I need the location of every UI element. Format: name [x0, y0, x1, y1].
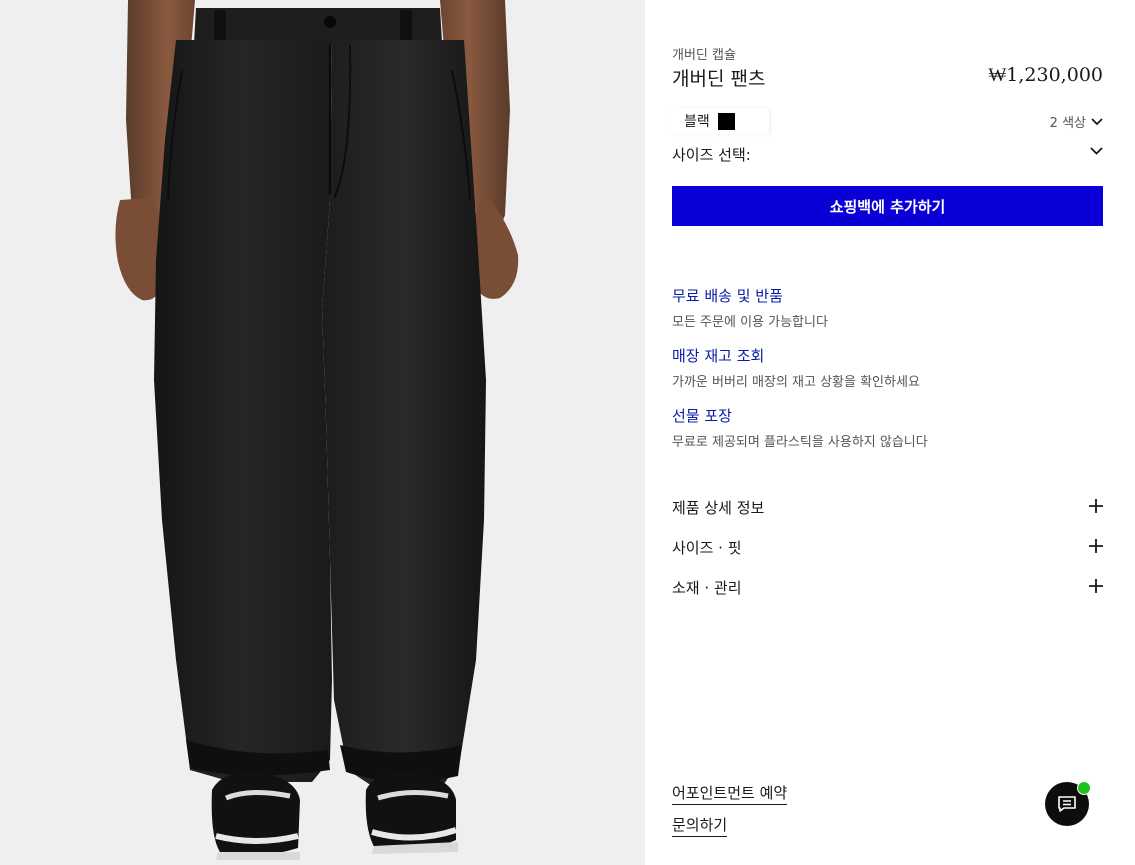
online-status-dot: [1077, 781, 1091, 795]
product-title-row: 개버딘 팬츠 ₩1,230,000: [672, 64, 1103, 92]
chevron-down-icon: [1091, 117, 1103, 125]
chat-button[interactable]: [1045, 781, 1091, 826]
product-price: ₩1,230,000: [988, 64, 1103, 86]
product-details-panel: 개버딘 캡슐 개버딘 팬츠 ₩1,230,000 블랙 2 색상 사이즈 선택:…: [672, 0, 1103, 865]
add-to-bag-button[interactable]: 쇼핑백에 추가하기: [672, 186, 1103, 226]
color-selector: 블랙 2 색상: [672, 108, 1103, 134]
size-selector[interactable]: 사이즈 선택:: [672, 142, 1103, 168]
service-gift-wrap: 선물 포장 무료로 제공되며 플라스틱을 사용하지 않습니다: [672, 405, 1103, 450]
color-option-selected[interactable]: 블랙: [672, 108, 769, 134]
accordion-size-fit[interactable]: 사이즈 · 핏: [672, 537, 1103, 561]
plus-icon: [1089, 579, 1103, 593]
product-photo: [0, 0, 645, 865]
service-title-gift[interactable]: 선물 포장: [672, 405, 1103, 426]
product-image[interactable]: [0, 0, 645, 865]
color-count-label: 2 색상: [1049, 116, 1086, 131]
service-desc-shipping: 모든 주문에 이용 가능합니다: [672, 315, 828, 330]
service-free-shipping: 무료 배송 및 반품 모든 주문에 이용 가능합니다: [672, 285, 1103, 330]
color-name: 블랙: [684, 114, 710, 130]
accordion-label: 제품 상세 정보: [672, 499, 765, 517]
service-desc-gift: 무료로 제공되며 플라스틱을 사용하지 않습니다: [672, 435, 928, 450]
appointment-link[interactable]: 어포인트먼트 예약: [672, 782, 788, 805]
inquiry-link[interactable]: 문의하기: [672, 814, 728, 837]
plus-icon: [1089, 539, 1103, 553]
accordion-label: 소재 · 관리: [672, 579, 742, 597]
service-title-stock[interactable]: 매장 재고 조회: [672, 345, 1103, 366]
service-desc-stock: 가까운 버버리 매장의 재고 상황을 확인하세요: [672, 375, 920, 390]
service-title-shipping[interactable]: 무료 배송 및 반품: [672, 285, 1103, 306]
color-count-toggle[interactable]: 2 색상: [1050, 112, 1103, 131]
accordion-label: 사이즈 · 핏: [672, 539, 742, 557]
accordion-material-care[interactable]: 소재 · 관리: [672, 577, 1103, 601]
product-collection: 개버딘 캡슐: [672, 48, 736, 63]
product-title: 개버딘 팬츠: [672, 68, 766, 90]
chat-icon: [1058, 796, 1076, 812]
service-store-stock: 매장 재고 조회 가까운 버버리 매장의 재고 상황을 확인하세요: [672, 345, 1103, 390]
plus-icon: [1089, 499, 1103, 513]
color-swatch: [717, 112, 735, 130]
accordion-product-details[interactable]: 제품 상세 정보: [672, 497, 1103, 521]
chevron-down-icon: [1090, 147, 1103, 155]
size-select-label: 사이즈 선택:: [672, 146, 751, 164]
